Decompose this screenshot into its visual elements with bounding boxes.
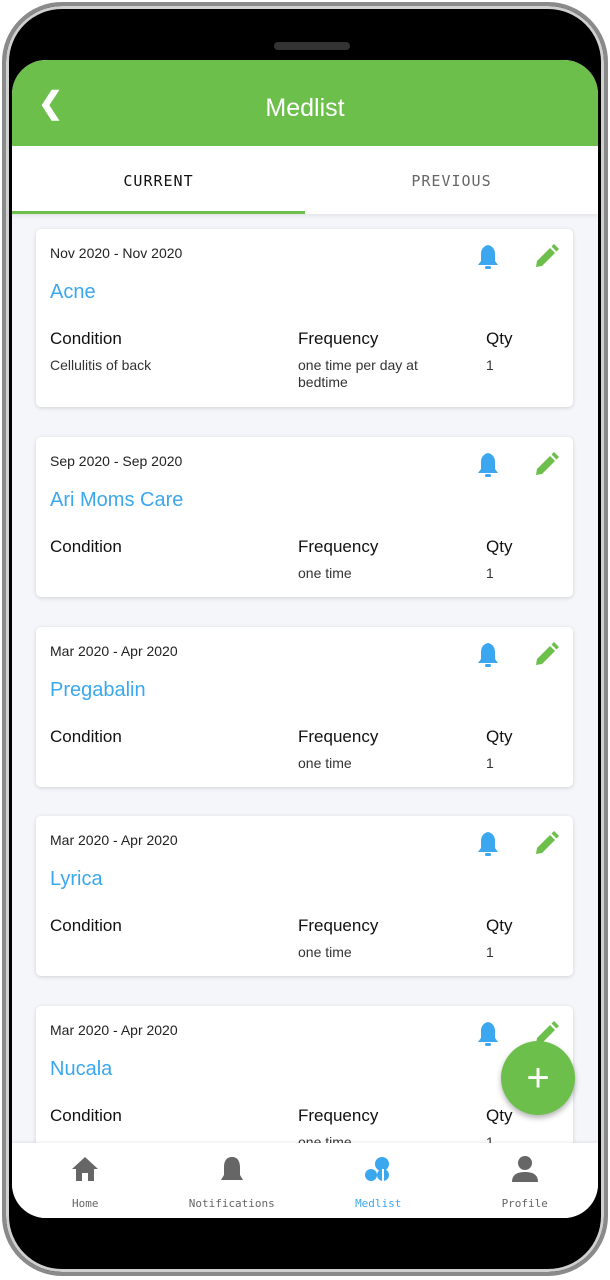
pills-icon	[365, 1157, 390, 1181]
tab-indicator	[12, 211, 305, 214]
reminder-bell-icon[interactable]	[474, 243, 502, 271]
frequency-value: one time	[298, 944, 352, 960]
frequency-label: Frequency	[298, 727, 379, 746]
frequency-label: Frequency	[298, 537, 379, 556]
medication-name[interactable]: Ari Moms Care	[50, 489, 183, 512]
add-medication-button[interactable]: +	[501, 1041, 575, 1115]
page-title: Medlist	[265, 94, 345, 122]
medication-card[interactable]: Mar 2020 - Apr 2020 Pregabalin Condition…	[36, 627, 573, 787]
condition-label: Condition	[50, 1106, 122, 1125]
edit-pencil-icon[interactable]	[532, 451, 560, 479]
date-range: Mar 2020 - Apr 2020	[50, 832, 178, 848]
qty-value: 1	[486, 565, 494, 581]
home-icon	[72, 1157, 99, 1181]
frequency-label: Frequency	[298, 329, 379, 348]
date-range: Mar 2020 - Apr 2020	[50, 643, 178, 659]
qty-label: Qty	[486, 916, 513, 935]
medication-name[interactable]: Pregabalin	[50, 679, 146, 702]
app-header: ❮ Medlist	[12, 60, 598, 146]
nav-home[interactable]: Home	[12, 1143, 159, 1218]
date-range: Mar 2020 - Apr 2020	[50, 1022, 178, 1038]
edit-pencil-icon[interactable]	[532, 243, 560, 271]
tab-bar: CURRENT PREVIOUS	[12, 146, 598, 214]
nav-notifications[interactable]: Notifications	[159, 1143, 306, 1218]
reminder-bell-icon[interactable]	[474, 830, 502, 858]
medication-card[interactable]: Sep 2020 - Sep 2020 Ari Moms Care Condit…	[36, 437, 573, 597]
edit-pencil-icon[interactable]	[532, 830, 560, 858]
medication-name[interactable]: Acne	[50, 281, 96, 304]
speaker	[274, 42, 350, 50]
frequency-value: one time	[298, 565, 352, 581]
frequency-value: one time per day at bedtime	[298, 357, 418, 390]
condition-label: Condition	[50, 537, 122, 556]
frequency-value: one time	[298, 755, 352, 771]
edit-pencil-icon[interactable]	[532, 641, 560, 669]
tab-previous[interactable]: PREVIOUS	[305, 172, 598, 190]
nav-medlist[interactable]: Medlist	[305, 1143, 452, 1218]
tab-current[interactable]: CURRENT	[12, 172, 305, 190]
qty-label: Qty	[486, 329, 513, 348]
condition-value: Cellulitis of back	[50, 357, 152, 373]
reminder-bell-icon[interactable]	[474, 451, 502, 479]
qty-value: 1	[486, 357, 494, 373]
qty-label: Qty	[486, 1106, 513, 1125]
bell-icon	[220, 1157, 243, 1180]
reminder-bell-icon[interactable]	[474, 641, 502, 669]
person-icon	[511, 1156, 538, 1182]
qty-value: 1	[486, 755, 494, 771]
date-range: Sep 2020 - Sep 2020	[50, 453, 183, 469]
bottom-nav: Home Notifications Medlist Profile	[12, 1143, 598, 1218]
condition-label: Condition	[50, 329, 122, 348]
frequency-label: Frequency	[298, 916, 379, 935]
medication-card[interactable]: Nov 2020 - Nov 2020 Acne Condition Frequ…	[36, 229, 573, 407]
qty-value: 1	[486, 944, 494, 960]
qty-label: Qty	[486, 727, 513, 746]
frequency-label: Frequency	[298, 1106, 379, 1125]
condition-label: Condition	[50, 916, 122, 935]
qty-label: Qty	[486, 537, 513, 556]
nav-profile[interactable]: Profile	[452, 1143, 599, 1218]
date-range: Nov 2020 - Nov 2020	[50, 245, 183, 261]
medication-card[interactable]: Mar 2020 - Apr 2020 Nucala Condition Fre…	[36, 1006, 573, 1166]
screen: ❮ Medlist CURRENT PREVIOUS Nov 2020 - No…	[12, 60, 598, 1218]
medication-card[interactable]: Mar 2020 - Apr 2020 Lyrica Condition Fre…	[36, 816, 573, 976]
medication-name[interactable]: Lyrica	[50, 868, 103, 891]
condition-label: Condition	[50, 727, 122, 746]
reminder-bell-icon[interactable]	[474, 1020, 502, 1048]
medication-name[interactable]: Nucala	[50, 1058, 112, 1081]
